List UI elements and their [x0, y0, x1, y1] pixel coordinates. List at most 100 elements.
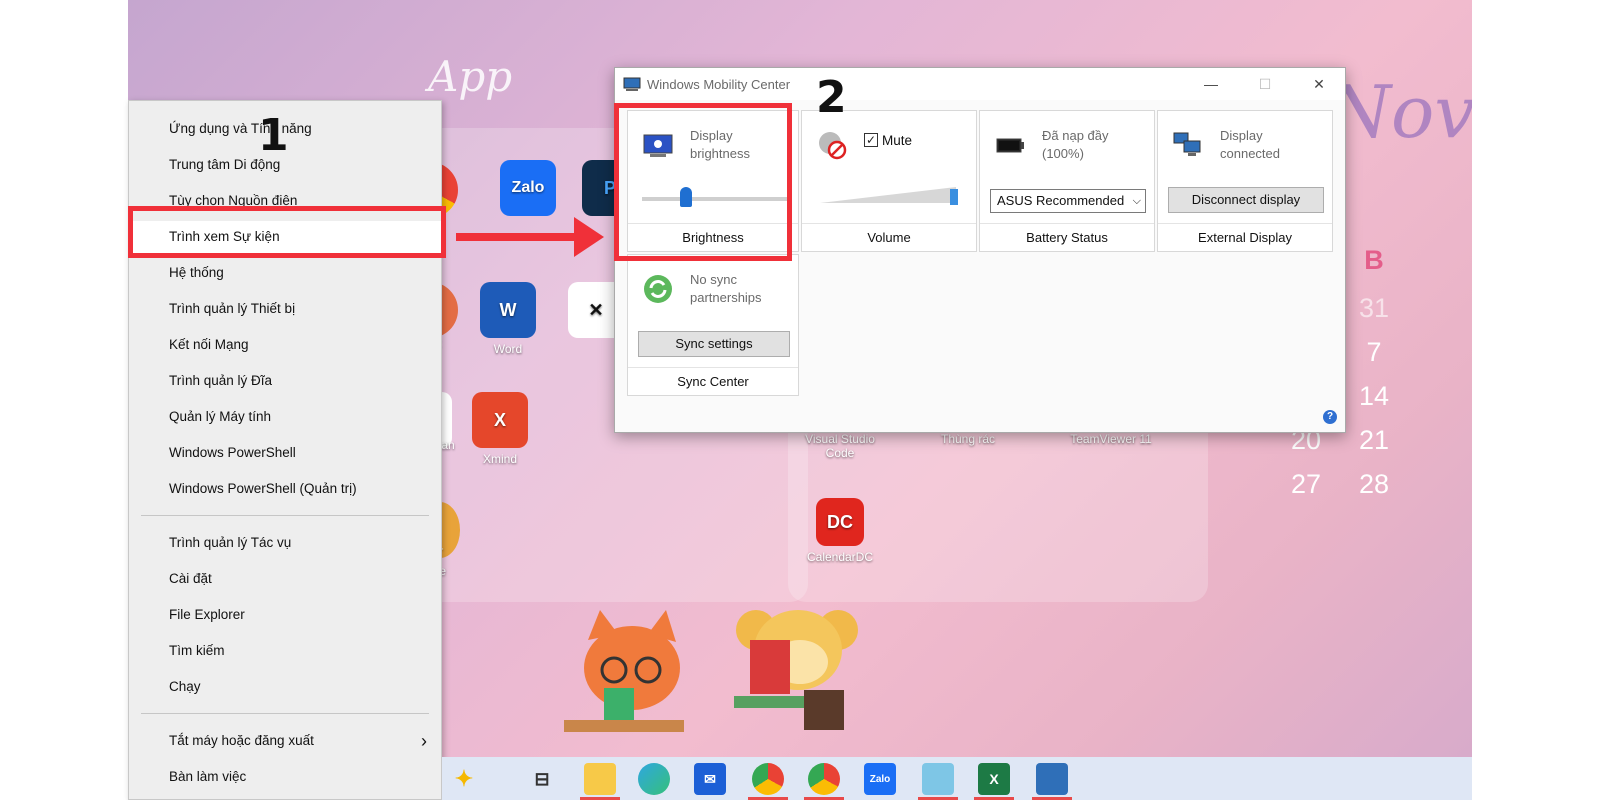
calendar-day: 31: [1358, 293, 1390, 323]
maximize-button[interactable]: ☐: [1243, 72, 1287, 96]
help-icon[interactable]: ?: [1323, 410, 1337, 424]
menu-item-computer-management[interactable]: Quản lý Máy tính: [129, 401, 441, 433]
zalo-icon[interactable]: Zalo: [864, 763, 896, 795]
desktop-icon-label: Visual Studio Code: [805, 432, 875, 460]
calendar-day: 28: [1358, 469, 1390, 499]
app-script-label: App: [428, 52, 513, 101]
menu-item-run[interactable]: Chạy: [129, 671, 441, 703]
desktop-icon-label: Xmind: [482, 452, 517, 466]
nov-script-label: Nov: [1328, 70, 1472, 154]
word-icon: W: [480, 282, 536, 338]
chevron-down-icon: ⌵: [1132, 195, 1141, 207]
external-display-icon: [1173, 132, 1201, 156]
desktop-icon-label: CalendarDC: [806, 550, 874, 564]
annotation-arrow-shaft: [456, 233, 584, 241]
external-display-tile: Display connected Disconnect display Ext…: [1157, 110, 1333, 252]
display-status-line2: connected: [1220, 146, 1280, 161]
battery-tile: Đã nạp đầy (100%) ASUS Recommended ⌵ Bat…: [979, 110, 1155, 252]
mobility-center-icon: [623, 77, 641, 91]
battery-icon: [996, 138, 1024, 153]
step-2-label: 2: [816, 72, 847, 123]
sync-status-text: No sync partnerships: [690, 271, 762, 307]
chrome-profile-icon[interactable]: [808, 763, 840, 795]
mobility-center-icon[interactable]: [1036, 763, 1068, 795]
excel-icon[interactable]: X: [978, 763, 1010, 795]
battery-status-line1: Đã nạp đầy: [1042, 128, 1109, 143]
desktop-icon-trash[interactable]: Thùng rác: [928, 432, 1008, 446]
sync-icon: [644, 275, 672, 303]
desktop-icon-word[interactable]: W Word: [468, 282, 548, 356]
sync-center-tile: No sync partnerships Sync settings Sync …: [627, 254, 799, 396]
external-display-caption: External Display: [1158, 223, 1332, 251]
monkey-character-illustration: [734, 610, 858, 730]
winx-context-menu: Ứng dụng và Tính năng Trung tâm Di động …: [128, 100, 442, 800]
minimize-button[interactable]: —: [1189, 72, 1233, 96]
disconnect-display-button[interactable]: Disconnect display: [1168, 187, 1324, 213]
menu-item-disk-management[interactable]: Trình quản lý Đĩa: [129, 365, 441, 397]
volume-tile: ✓ Mute Volume: [801, 110, 977, 252]
display-status-line1: Display: [1220, 128, 1263, 143]
close-button[interactable]: ✕: [1297, 72, 1341, 96]
desktop-icon-zalo[interactable]: Zalo: [488, 160, 568, 220]
power-plan-select[interactable]: ASUS Recommended ⌵: [990, 189, 1146, 213]
calendar-weekday-header: B: [1364, 245, 1384, 275]
sync-status-line2: partnerships: [690, 290, 762, 305]
taskbar: ✦ ⊟ ✉ Zalo X: [442, 757, 1472, 800]
annotation-arrow-head: [574, 217, 604, 257]
step-1-label: 1: [258, 110, 289, 161]
chrome-icon[interactable]: [752, 763, 784, 795]
highlight-box-brightness: [614, 103, 792, 261]
mute-label: Mute: [882, 133, 913, 148]
menu-item-task-manager[interactable]: Trình quản lý Tác vụ: [129, 527, 441, 559]
battery-status-text: Đã nạp đầy (100%): [1042, 127, 1109, 163]
battery-status-line2: (100%): [1042, 146, 1084, 161]
speaker-muted-icon: [819, 132, 847, 160]
window-title: Windows Mobility Center: [647, 77, 791, 92]
file-explorer-icon[interactable]: [584, 763, 616, 795]
mail-icon[interactable]: ✉: [694, 763, 726, 795]
zalo-icon: Zalo: [500, 160, 556, 216]
battery-caption: Battery Status: [980, 223, 1154, 251]
menu-item-powershell[interactable]: Windows PowerShell: [129, 437, 441, 469]
notes-icon[interactable]: [922, 763, 954, 795]
task-view-icon[interactable]: ⊟: [526, 763, 558, 795]
desktop-icon-calendardc[interactable]: DC CalendarDC: [800, 498, 880, 564]
calendar-day: 27: [1290, 469, 1322, 499]
sync-status-line1: No sync: [690, 272, 737, 287]
calendardc-icon: DC: [816, 498, 864, 546]
menu-item-desktop[interactable]: Bàn làm việc: [129, 761, 441, 793]
desktop-icon-label: Word: [493, 342, 523, 356]
desktop-icon-label: Thùng rác: [940, 432, 996, 446]
display-status-text: Display connected: [1220, 127, 1280, 163]
volume-caption: Volume: [802, 223, 976, 251]
sync-settings-button[interactable]: Sync settings: [638, 331, 790, 357]
chevron-right-icon: ›: [421, 731, 427, 751]
desktop-icon-xmind[interactable]: X Xmind: [460, 392, 540, 466]
sync-center-caption: Sync Center: [628, 367, 798, 395]
calendar-day: 21: [1358, 425, 1390, 455]
desktop-icon-teamviewer[interactable]: TeamViewer 11: [1066, 432, 1156, 446]
menu-item-label: Tắt máy hoặc đăng xuất: [169, 733, 314, 748]
sparkle-icon[interactable]: ✦: [448, 763, 480, 795]
menu-separator: [141, 713, 429, 714]
edge-icon[interactable]: [638, 763, 670, 795]
power-plan-value: ASUS Recommended: [997, 193, 1125, 208]
calendar-day: 14: [1358, 381, 1390, 411]
menu-item-network-connections[interactable]: Kết nối Mạng: [129, 329, 441, 361]
highlight-box-event-viewer: [128, 206, 446, 258]
calendar-day: 7: [1366, 337, 1382, 367]
volume-slider[interactable]: [820, 185, 960, 205]
desktop-icon-label: TeamViewer 11: [1070, 432, 1152, 446]
menu-item-settings[interactable]: Cài đặt: [129, 563, 441, 595]
menu-item-shutdown-signout[interactable]: Tắt máy hoặc đăng xuất ›: [129, 725, 441, 757]
menu-item-powershell-admin[interactable]: Windows PowerShell (Quản trị): [129, 473, 441, 505]
menu-separator: [141, 515, 429, 516]
mute-checkbox[interactable]: ✓: [864, 133, 878, 147]
menu-item-file-explorer[interactable]: File Explorer: [129, 599, 441, 631]
menu-item-system[interactable]: Hệ thống: [129, 257, 441, 289]
desktop-icon-vscode[interactable]: Visual Studio Code: [800, 432, 880, 460]
menu-item-device-manager[interactable]: Trình quản lý Thiết bị: [129, 293, 441, 325]
cat-character-illustration: [564, 610, 684, 732]
menu-item-search[interactable]: Tìm kiếm: [129, 635, 441, 667]
window-titlebar[interactable]: Windows Mobility Center — ☐ ✕: [615, 68, 1345, 100]
